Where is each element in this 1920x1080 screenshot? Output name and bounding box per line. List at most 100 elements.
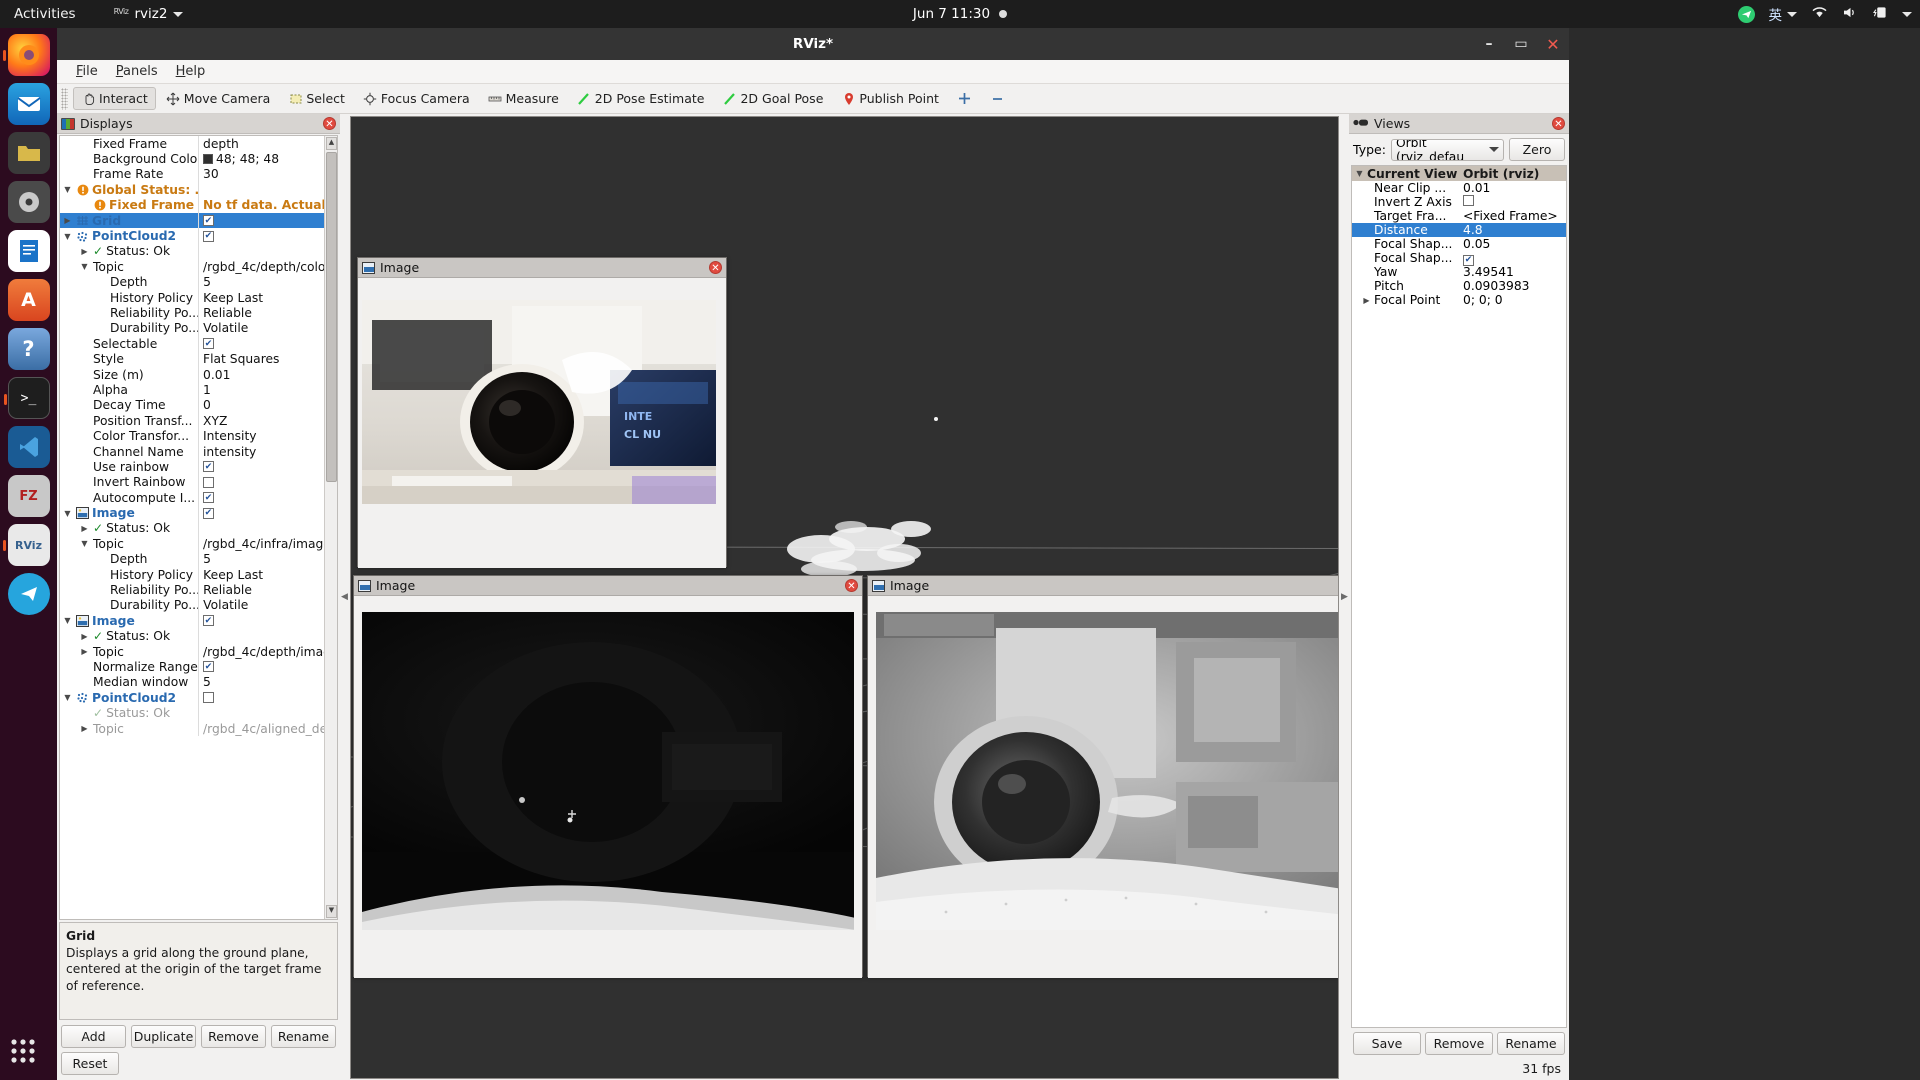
display-tree-row[interactable]: ▶Use rainbow ✔ [60,459,324,475]
dock-item-vscode[interactable] [7,426,50,468]
view-property-row[interactable]: Yaw 3.49541 [1352,265,1566,279]
display-tree-row[interactable]: ▶Fixed Frame depth [60,136,324,152]
dock-item-ubuntu-software[interactable]: A [7,279,50,321]
display-row-value[interactable]: Keep Last [198,566,324,583]
collapse-arrow-icon[interactable]: ▼ [62,185,73,194]
display-tree-row[interactable]: ▼ Image ✔ [60,613,324,629]
display-row-value[interactable]: /rgbd_4c/infra/image.. [198,536,324,552]
left-splitter[interactable]: ◀ [340,114,349,1080]
3d-viewport[interactable]: Image ✕ INTE CL NU Image ✕ Image [350,116,1339,1079]
tool-2d-pose-estimate[interactable]: 2D Pose Estimate [569,87,713,110]
tool-measure[interactable]: Measure [480,87,567,110]
display-row-value[interactable]: 1 [198,382,324,398]
checkbox-checked[interactable]: ✔ [203,492,215,504]
image-window-color-close-icon[interactable]: ✕ [709,261,722,274]
display-tree-row[interactable]: ▶Frame Rate 30 [60,166,324,183]
display-row-value[interactable] [198,474,324,490]
display-tree-row[interactable]: ▼ Global Status: ... [60,182,324,198]
display-row-value[interactable]: /rgbd_4c/depth/imag.. [198,643,324,660]
display-tree-row[interactable]: ▶Autocompute I... ✔ [60,489,324,506]
rename-button[interactable]: Rename [271,1025,336,1048]
view-property-value[interactable]: 4.8 [1460,223,1566,237]
display-row-value[interactable]: 0.01 [198,366,324,383]
expand-arrow-icon[interactable]: ▶ [79,647,90,656]
expand-arrow-icon[interactable]: ▶ [1361,296,1372,305]
view-property-value[interactable]: 0.01 [1460,181,1566,195]
menu-panels[interactable]: Panels [107,62,167,81]
display-row-value[interactable] [198,520,324,537]
scroll-down-button[interactable]: ▼ [326,905,337,918]
display-tree-row[interactable]: ▶Alpha 1 [60,382,324,398]
view-property-row[interactable]: Target Fra... <Fixed Frame> [1352,209,1566,223]
dock-item-libreoffice-writer[interactable] [7,230,50,272]
telegram-icon[interactable] [1737,5,1755,23]
scroll-thumb[interactable] [326,152,337,482]
collapse-arrow-icon[interactable]: ▼ [62,693,73,702]
collapse-arrow-icon[interactable]: ▼ [62,616,73,625]
collapse-arrow-icon[interactable]: ▼ [62,509,73,518]
display-row-value[interactable]: 0 [198,397,324,414]
image-window-infrared-header[interactable]: Image ✕ [868,576,1338,596]
tool-interact[interactable]: Interact [73,87,156,110]
view-property-value[interactable]: 0.05 [1460,237,1566,251]
view-property-row[interactable]: Pitch 0.0903983 [1352,279,1566,293]
display-tree-row[interactable]: ▼ PointCloud2 ✔ [60,228,324,244]
display-row-value[interactable]: intensity [198,443,324,460]
remove-view-button[interactable]: Remove [1425,1032,1493,1055]
view-property-row[interactable]: Distance 4.8 [1352,223,1566,238]
dock-item-files[interactable] [7,132,50,174]
checkbox-checked[interactable]: ✔ [203,338,215,350]
tool-select[interactable]: Select [280,87,353,110]
image-window-depth-close-icon[interactable]: ✕ [845,579,858,592]
display-tree-row[interactable]: ▶Depth 5 [60,274,324,290]
display-tree-row[interactable]: ▶Median window 5 [60,674,324,691]
view-property-value[interactable] [1460,195,1566,209]
expand-arrow-icon[interactable]: ▼ [1354,169,1365,178]
display-row-value[interactable]: 5 [198,274,324,290]
menu-help[interactable]: Help [167,62,215,81]
image-window-depth[interactable]: Image ✕ [353,575,863,978]
view-property-row[interactable]: ▶ Focal Point 0; 0; 0 [1352,293,1566,307]
display-tree-row[interactable]: ▶History Policy Keep Last [60,566,324,583]
display-tree-row[interactable]: ▶Reliability Po... Reliable [60,582,324,598]
display-tree-row[interactable]: ▶Color Transfor... Intensity [60,428,324,444]
display-row-value[interactable]: XYZ [198,413,324,429]
views-tree[interactable]: ▼ Current View Orbit (rviz) Near Clip ..… [1351,165,1567,1028]
view-property-value[interactable]: 0.0903983 [1460,279,1566,293]
displays-close-icon[interactable]: ✕ [323,117,336,130]
display-row-value[interactable] [197,182,324,198]
displays-tree[interactable]: ▶Fixed Framedepth▶Background Color48; 48… [60,136,324,919]
volume-icon[interactable] [1842,6,1859,23]
save-view-button[interactable]: Save [1353,1032,1421,1055]
display-row-value[interactable]: Volatile [198,320,324,337]
image-window-color[interactable]: Image ✕ INTE CL NU [357,257,727,568]
clock-area[interactable]: Jun 7 11:30 [0,6,1920,22]
dock-item-rhythmbox[interactable] [7,181,50,223]
maximize-button[interactable]: ▭ [1511,36,1531,52]
display-row-value[interactable]: Reliable [198,305,324,321]
display-tree-row[interactable]: ▶Decay Time 0 [60,397,324,414]
activities-button[interactable]: Activities [0,6,86,22]
display-row-value[interactable]: ✔ [197,505,324,521]
views-close-icon[interactable]: ✕ [1552,117,1565,130]
display-row-value[interactable]: Flat Squares [198,351,324,367]
display-tree-row[interactable]: ▼ PointCloud2 [60,690,324,706]
tool-move-camera[interactable]: Move Camera [158,87,279,110]
display-tree-row[interactable]: ▶Selectable ✔ [60,336,324,352]
checkbox-checked[interactable]: ✔ [202,230,214,242]
display-row-value[interactable]: Intensity [198,428,324,444]
display-row-value[interactable] [198,628,324,644]
display-row-value[interactable]: 48; 48; 48 [198,151,324,167]
dock-item-rviz[interactable]: RViz [2,524,50,566]
tool-add-tool[interactable] [949,87,980,110]
display-tree-row[interactable]: ▶Background Color 48; 48; 48 [60,151,324,167]
duplicate-button[interactable]: Duplicate [131,1025,196,1048]
image-window-color-header[interactable]: Image ✕ [358,258,726,278]
display-row-value[interactable]: ✔ [198,489,324,506]
collapse-arrow-icon[interactable]: ▼ [79,539,90,548]
add-button[interactable]: Add [61,1025,126,1048]
tool-remove-tool[interactable] [982,87,1013,110]
display-tree-row[interactable]: ▼ Image ✔ [60,505,324,521]
checkbox-checked[interactable]: ✔ [202,507,214,519]
display-tree-row[interactable]: ▶Normalize Range ✔ [60,659,324,675]
